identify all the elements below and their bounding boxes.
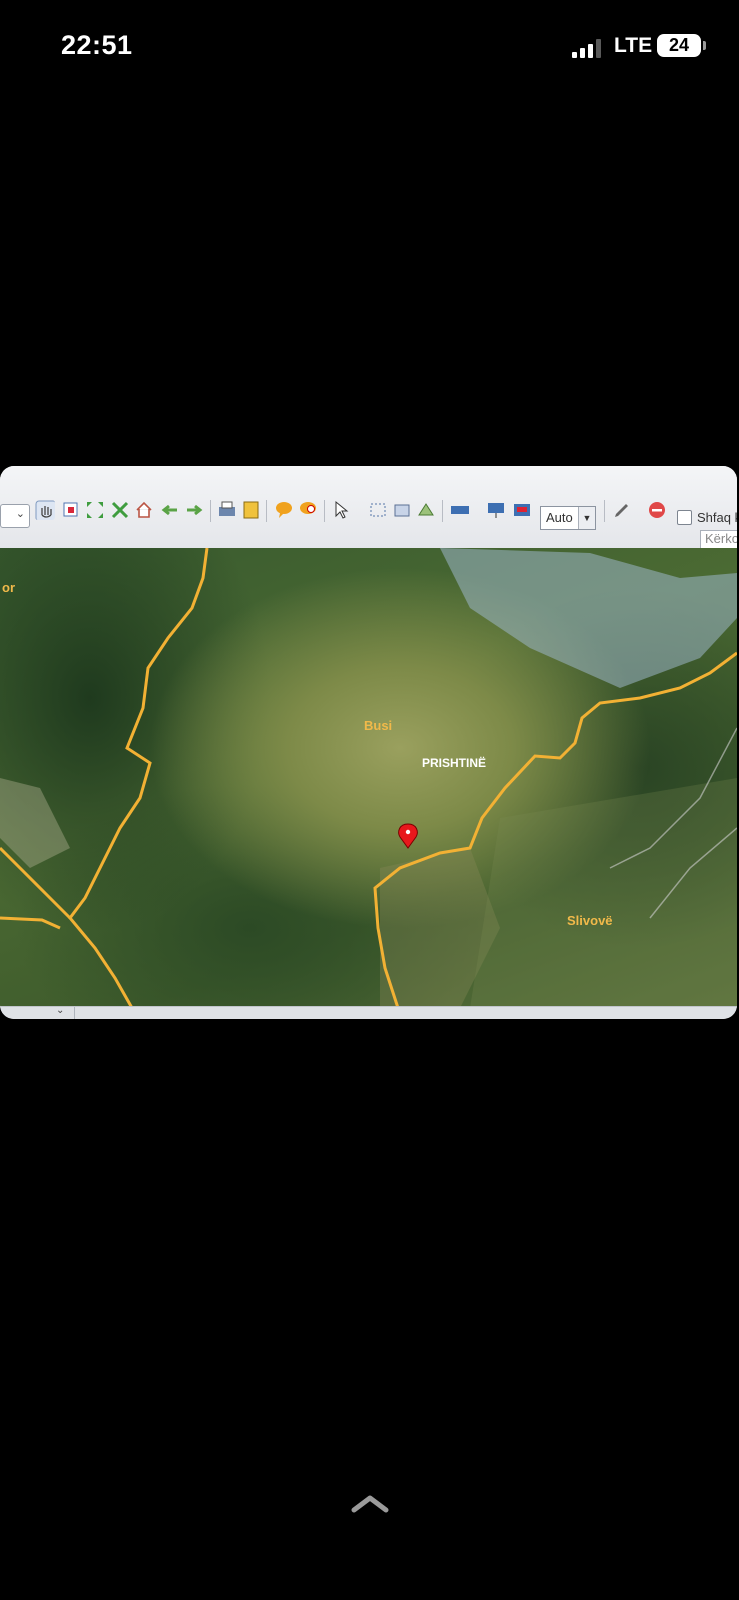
forward-arrow-icon[interactable] xyxy=(184,500,204,520)
search-input[interactable]: Kërko xyxy=(700,530,737,550)
show-checkbox[interactable] xyxy=(677,510,692,525)
pencil-icon[interactable] xyxy=(612,500,632,520)
zoom-extent-icon[interactable] xyxy=(110,500,130,520)
toolbar-separator xyxy=(442,500,443,522)
bottom-scrollbar[interactable]: ⌄ xyxy=(0,1005,737,1019)
hand-pan-icon[interactable] xyxy=(35,500,55,520)
full-extent-icon[interactable] xyxy=(85,500,105,520)
network-type: LTE xyxy=(614,34,653,57)
zoom-box-icon[interactable] xyxy=(61,500,81,520)
print-icon[interactable] xyxy=(217,500,237,520)
signal-icon xyxy=(572,38,606,58)
gis-toolbar: ⌄ Auto ▼ Shfaq k Kërko xyxy=(0,466,737,550)
map-label-prishtine: PRISHTINË xyxy=(422,756,487,770)
zoom-value: Auto xyxy=(546,510,573,525)
photo-of-gis-screen[interactable]: ⌄ Auto ▼ Shfaq k Kërko or Busi PRISHTINË… xyxy=(0,466,737,1019)
home-icon[interactable] xyxy=(134,500,154,520)
export-icon[interactable] xyxy=(241,500,261,520)
map-label-edge: or xyxy=(2,580,15,595)
battery-icon: 24 xyxy=(657,34,701,57)
map-overlay xyxy=(0,548,737,1008)
layer-edit-icon[interactable] xyxy=(416,500,436,520)
status-bar: 22:51 LTE 24 xyxy=(0,0,739,95)
toolbar-separator xyxy=(266,500,267,522)
chevron-down-icon: ▼ xyxy=(578,507,595,529)
show-label: Shfaq k xyxy=(697,510,737,525)
map-label-slivove: Slivovë xyxy=(567,913,613,928)
select-arrow-icon[interactable] xyxy=(332,500,352,520)
comment-icon[interactable] xyxy=(274,500,294,520)
layer-dropdown[interactable]: ⌄ xyxy=(0,504,30,528)
back-arrow-icon[interactable] xyxy=(160,500,180,520)
satellite-map[interactable]: or Busi PRISHTINË Slivovë xyxy=(0,548,737,1008)
stop-icon[interactable] xyxy=(647,500,667,520)
zoom-select[interactable]: Auto ▼ xyxy=(540,506,596,530)
municipal-boundary-west xyxy=(68,548,209,1008)
chevron-up-icon[interactable] xyxy=(350,1492,390,1514)
clock: 22:51 xyxy=(61,30,133,60)
toolbar-separator xyxy=(210,500,211,522)
location-pin-icon xyxy=(398,823,418,849)
battery-cap xyxy=(703,41,706,50)
map-settings-icon[interactable] xyxy=(512,500,532,520)
layer-icon[interactable] xyxy=(392,500,412,520)
select-features-icon[interactable] xyxy=(368,500,388,520)
map-icon[interactable] xyxy=(486,500,506,520)
comment-edit-icon[interactable] xyxy=(298,500,318,520)
chevron-down-icon: ⌄ xyxy=(56,1005,65,1016)
toolbar-separator xyxy=(604,500,605,522)
bottom-tab[interactable]: ⌄ xyxy=(0,1005,75,1019)
measure-icon[interactable] xyxy=(450,500,470,520)
toolbar-separator xyxy=(324,500,325,522)
map-label-busi: Busi xyxy=(364,718,393,733)
